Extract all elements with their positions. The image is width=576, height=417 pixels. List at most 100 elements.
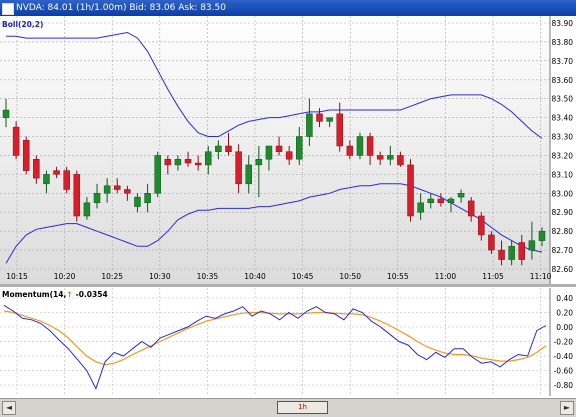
candle-down: [33, 158, 40, 179]
candle-down: [488, 234, 495, 251]
candle-up: [174, 158, 182, 166]
candle-up: [296, 136, 303, 160]
time-tick-label: 10:25: [101, 272, 123, 281]
candle-up: [387, 155, 394, 160]
candle-up: [447, 198, 455, 204]
momentum-tick-label: 0.20: [556, 309, 573, 318]
momentum-tick-label: 0.00: [556, 323, 573, 332]
candle-down: [316, 113, 323, 122]
momentum-value: -0.0354: [76, 290, 108, 299]
candle-up: [83, 202, 91, 217]
candle-up: [134, 196, 141, 207]
candle-down: [73, 174, 81, 217]
candle-down: [53, 170, 60, 175]
window-icon: [2, 3, 14, 15]
price-tick-label: 83.80: [552, 38, 574, 47]
window-title: NVDA: 84.01 (1h/1.00m) Bid: 83.06 Ask: 8…: [16, 3, 226, 13]
candle-up: [538, 230, 546, 241]
momentum-panel: 0.40 0.20 0.00 -0.20 -0.40 -0.60 -0.80 Momentu…: [0, 288, 574, 396]
candle-up: [245, 164, 252, 185]
candle-down: [275, 145, 283, 152]
price-tick-label: 82.60: [552, 265, 574, 274]
candle-up: [154, 155, 161, 194]
candle-down: [113, 185, 121, 190]
candle-up: [508, 246, 515, 260]
price-tick-label: 82.90: [552, 208, 574, 217]
price-tick-label: 83.60: [552, 76, 574, 85]
price-tick-label: 83.40: [552, 114, 574, 123]
candle-up: [144, 193, 151, 204]
candle-down: [437, 198, 445, 204]
candle-up: [326, 117, 333, 122]
candle-down: [63, 170, 70, 190]
candle-down: [397, 155, 404, 166]
momentum-name: Momentum(14,: [2, 290, 66, 299]
time-tick-label: 10:40: [244, 272, 266, 281]
candle-down: [346, 145, 354, 156]
candle-up: [2, 109, 10, 118]
candle-up: [103, 185, 111, 194]
time-tick-label: 11:10: [530, 272, 552, 281]
scroll-right-button[interactable]: ►: [560, 401, 574, 415]
time-tick-label: 11:00: [435, 272, 457, 281]
candle-up: [306, 113, 313, 137]
candle-down: [184, 158, 192, 164]
candle-up: [427, 198, 435, 204]
candle-down: [407, 164, 414, 217]
candle-down: [366, 136, 374, 156]
momentum-tick-label: -0.60: [554, 367, 574, 376]
candle-down: [478, 215, 485, 236]
time-tick-label: 10:45: [292, 272, 314, 281]
price-tick-label: 82.70: [552, 246, 574, 255]
price-tick-label: 83.30: [552, 133, 574, 142]
momentum-label: Momentum(14,↑ -0.0354: [2, 290, 108, 299]
time-tick-label: 10:35: [197, 272, 219, 281]
candle-up: [457, 193, 465, 198]
candle-up: [43, 174, 50, 185]
candle-up: [205, 151, 212, 166]
time-tick-label: 10:20: [54, 272, 76, 281]
price-tick-label: 83.20: [552, 151, 574, 160]
candle-up: [528, 240, 536, 251]
price-tick-label: 83.90: [552, 19, 574, 28]
candle-down: [376, 155, 384, 160]
candle-down: [336, 113, 343, 147]
price-tick-label: 83.10: [552, 170, 574, 179]
candle-down: [467, 200, 475, 217]
momentum-glyph: ↑: [66, 290, 72, 299]
title-bar: NVDA: 84.01 (1h/1.00m) Bid: 83.06 Ask: 8…: [0, 0, 576, 16]
scroll-left-button[interactable]: ◄: [2, 401, 16, 415]
candle-down: [235, 151, 242, 185]
candle-up: [356, 136, 364, 156]
time-tick-label: 10:50: [339, 272, 361, 281]
candle-down: [225, 145, 232, 152]
time-tick-label: 10:55: [387, 272, 409, 281]
time-tick-label: 10:15: [6, 272, 28, 281]
momentum-tick-label: -0.20: [554, 338, 574, 347]
time-tick-label: 10:30: [149, 272, 171, 281]
momentum-tick-label: 0.40: [556, 294, 573, 303]
candle-up: [215, 145, 222, 152]
candle-up: [265, 145, 273, 160]
scroll-thumb[interactable]: 1h: [277, 401, 328, 414]
candle-down: [164, 158, 172, 166]
candle-down: [124, 189, 131, 194]
time-tick-label: 11:05: [482, 272, 504, 281]
price-tick-label: 83.70: [552, 57, 574, 66]
candle-down: [194, 162, 202, 166]
momentum-axis-labels: 0.40 0.20 0.00 -0.20 -0.40 -0.60 -0.80: [554, 294, 574, 390]
candle-down: [498, 249, 505, 260]
candle-down: [285, 151, 293, 160]
pane-divider[interactable]: [0, 284, 576, 287]
momentum-tick-label: -0.40: [554, 352, 574, 361]
candle-up: [255, 158, 263, 166]
time-scrollbar[interactable]: ◄ 1h ►: [0, 398, 576, 417]
candle-down: [22, 140, 30, 171]
candle-down: [12, 126, 20, 156]
momentum-background: [0, 288, 550, 396]
price-tick-label: 83.50: [552, 95, 574, 104]
price-tick-label: 83.00: [552, 189, 574, 198]
momentum-tick-label: -0.80: [554, 381, 574, 390]
candle-up: [93, 193, 101, 204]
price-chart-panel: 83.90 83.80 83.70 83.60 83.50 83.40 83.30 83.20…: [0, 16, 576, 284]
